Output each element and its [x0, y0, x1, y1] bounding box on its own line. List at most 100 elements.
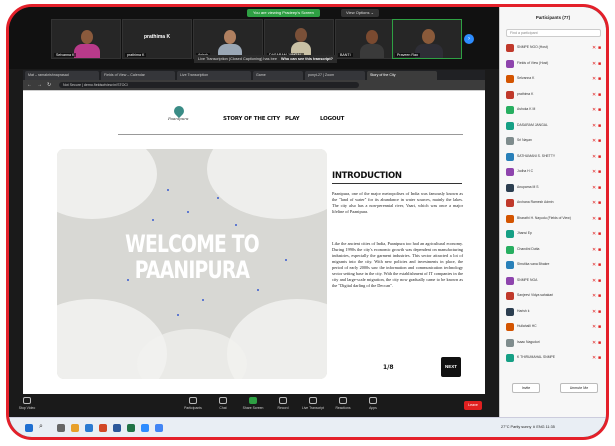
- share-screen-icon: [249, 397, 257, 404]
- video-tile[interactable]: Selvanna K: [51, 19, 121, 59]
- participant-row[interactable]: SATHUMANI S. SHETTY ✕ ■: [506, 152, 603, 162]
- chat-button[interactable]: Chat: [209, 397, 237, 410]
- participant-row[interactable]: Jhansi Ep ✕ ■: [506, 229, 603, 239]
- participant-row[interactable]: Jodha H C ✕ ■: [506, 167, 603, 177]
- avatar: [506, 90, 514, 99]
- video-tile[interactable]: Praveen Rao: [392, 19, 462, 59]
- participant-name: Sri Nayan: [517, 138, 532, 142]
- participant-row[interactable]: Isaac Naguduri ✕ ■: [506, 338, 603, 348]
- stop-video-button[interactable]: Stop Video: [13, 397, 41, 410]
- record-button[interactable]: Record: [269, 397, 297, 410]
- excel-icon[interactable]: [127, 424, 135, 432]
- participant-row[interactable]: Ashoka K M ✕ ■: [506, 105, 603, 115]
- avatar: [506, 292, 514, 300]
- browser-tab[interactable]: Mat – ramakrishnaprasad: [25, 71, 99, 80]
- word-icon[interactable]: [113, 424, 121, 432]
- zoom-icon[interactable]: [141, 424, 149, 432]
- participant-row[interactable]: Harish k ✕ ■: [506, 307, 603, 317]
- view-options-button[interactable]: View Options ⌄: [341, 9, 379, 17]
- participant-row[interactable]: Selvanna K ✕ ■: [506, 74, 603, 84]
- participant-row[interactable]: DASARAM JANGAL ✕ ■: [506, 121, 603, 131]
- next-button[interactable]: NEXT: [441, 357, 461, 377]
- participant-name: Harish k: [517, 308, 530, 313]
- share-screen-button[interactable]: Share Screen: [239, 397, 267, 410]
- task-view-icon[interactable]: [57, 424, 65, 432]
- participant-video: [74, 44, 100, 58]
- participant-face: [295, 28, 307, 42]
- participant-row[interactable]: Chandini Dutta ✕ ■: [506, 245, 603, 255]
- participant-row[interactable]: Sri Nayan ✕ ■: [506, 136, 603, 146]
- address-bar[interactable]: Not Secure | demo.fieldsofview.in/STOC/: [59, 82, 359, 88]
- avatar: [506, 199, 514, 207]
- mic-muted-icon: ✕: [592, 324, 597, 330]
- mic-muted-icon: ✕: [592, 200, 597, 206]
- participant-row[interactable]: Sanjeevi Vidya sahakari ✕ ■: [506, 291, 603, 301]
- mic-muted-icon: ✕: [592, 231, 597, 237]
- participant-name: Shrutika vana Bhakre: [517, 262, 550, 266]
- office-icon[interactable]: [99, 424, 107, 432]
- video-off-icon: ■: [598, 293, 602, 299]
- apps-button[interactable]: Apps: [359, 397, 387, 410]
- participants-button[interactable]: Participants: [179, 397, 207, 410]
- meeting-controls: Stop Video Participants Chat Share Scree…: [9, 395, 499, 417]
- nav-story-of-the-city[interactable]: STORY OF THE CITY: [223, 116, 280, 122]
- reload-icon[interactable]: ↻: [47, 82, 51, 88]
- participant-search-input[interactable]: Find a participant: [506, 29, 601, 37]
- participant-row[interactable]: Anupama M S ✕ ■: [506, 183, 603, 193]
- participant-row[interactable]: SNMPE NGO (Host) ✕ ■: [506, 43, 603, 53]
- windows-start-icon[interactable]: [25, 424, 33, 432]
- chrome-icon[interactable]: [155, 424, 163, 432]
- video-off-icon: ■: [598, 231, 602, 237]
- browser-tab[interactable]: Game: [253, 71, 303, 80]
- video-off-icon: ■: [598, 76, 602, 82]
- participant-row[interactable]: Archana Ramesh Admin ✕ ■: [506, 198, 603, 208]
- browser-tab-active[interactable]: Story of the City: [367, 71, 437, 80]
- mic-muted-icon: ✕: [592, 262, 597, 268]
- back-icon[interactable]: ←: [27, 82, 32, 88]
- mic-muted-icon: ✕: [592, 277, 597, 284]
- nav-play[interactable]: PLAY: [285, 116, 300, 122]
- screen-share-banner: You are viewing Pradeep's Screen: [247, 9, 320, 17]
- transcript-info-link[interactable]: Who can see this transcript?: [277, 55, 337, 63]
- reactions-button[interactable]: Reactions: [329, 397, 357, 410]
- video-camera-icon: [23, 397, 31, 404]
- video-off-icon: ■: [598, 138, 602, 144]
- video-off-icon: ■: [598, 215, 602, 222]
- participant-row[interactable]: Shrutika vana Bhakre ✕ ■: [506, 260, 603, 270]
- forward-icon[interactable]: →: [37, 82, 42, 88]
- live-transcript-button[interactable]: Live Transcript: [299, 397, 327, 410]
- file-explorer-icon[interactable]: [71, 424, 79, 432]
- unmute-me-button[interactable]: Unmute Me: [560, 383, 598, 393]
- nav-logout[interactable]: LOGOUT: [320, 116, 344, 122]
- mic-muted-icon: ✕: [592, 60, 597, 67]
- gallery-next-arrow-icon[interactable]: ›: [464, 34, 474, 44]
- browser-tab[interactable]: ponyt-27 | Zoom: [305, 71, 365, 80]
- search-icon[interactable]: ⌕: [39, 423, 49, 433]
- participant-row[interactable]: Hullahalli HC ✕ ■: [506, 322, 603, 332]
- participant-row[interactable]: SNMPE NGA ✕ ■: [506, 276, 603, 286]
- video-off-icon: ■: [598, 169, 602, 175]
- video-off-icon: ■: [598, 339, 602, 346]
- browser-tab[interactable]: Fields of View – Calendar: [101, 71, 175, 80]
- edge-icon[interactable]: [85, 424, 93, 432]
- participant-name: Isaac Naguduri: [517, 339, 540, 344]
- lake-dot: [167, 189, 169, 191]
- video-tile[interactable]: DASARAM JANGAL: [264, 19, 334, 59]
- leave-meeting-button[interactable]: Leave: [464, 401, 482, 410]
- video-tile[interactable]: prathima K prathima K: [122, 19, 192, 59]
- participant-name: Selvanna K: [517, 76, 535, 80]
- participants-title: Participants (77): [535, 15, 571, 20]
- invite-button[interactable]: Invite: [512, 383, 540, 393]
- participant-row[interactable]: prathima K ✕ ■: [506, 90, 603, 100]
- participant-name: SNMPE NGO (Host): [517, 45, 548, 49]
- chat-icon: [219, 397, 227, 404]
- participant-row[interactable]: Fields of View (Host) ✕ ■: [506, 59, 603, 69]
- participant-name: Hullahalli HC: [517, 324, 537, 328]
- site-logo[interactable]: Paanipura: [168, 103, 190, 123]
- participants-panel: Participants (77) Find a participant SNM…: [499, 7, 606, 417]
- participant-row[interactable]: K THIRUMAHAL SNMPE ✕ ■: [506, 353, 603, 363]
- video-tile[interactable]: Ashok: [193, 19, 263, 59]
- participant-row[interactable]: Bharathi H. Nayudu (Fields of View) ✕ ■: [506, 214, 603, 224]
- avatar: [506, 245, 514, 254]
- browser-tab[interactable]: Live Transcription: [177, 71, 251, 80]
